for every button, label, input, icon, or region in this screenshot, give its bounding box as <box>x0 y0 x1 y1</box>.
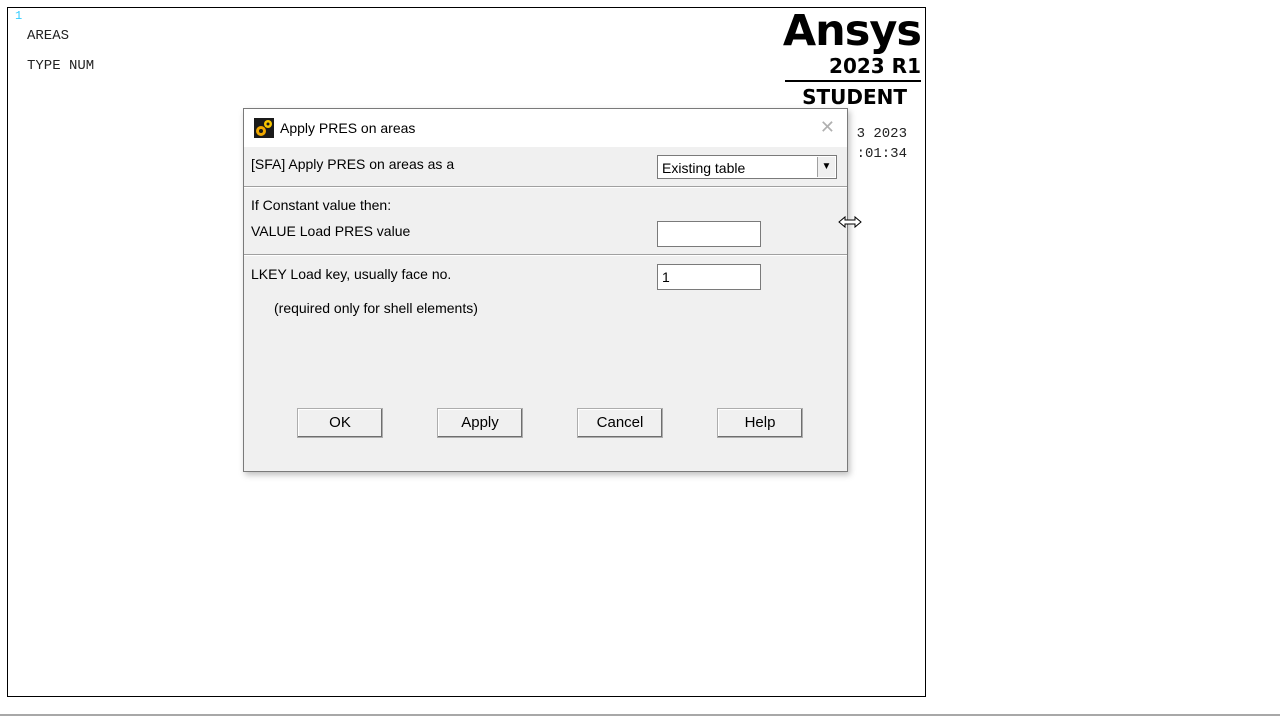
screen: 1 AREAS TYPE NUM Ansys 2023 R1 STUDENT 3… <box>0 0 1280 720</box>
constant-heading: If Constant value then: <box>251 197 392 213</box>
dialog-titlebar[interactable]: Apply PRES on areas ✕ <box>244 109 847 147</box>
cancel-button[interactable]: Cancel <box>577 408 663 438</box>
sfa-label: [SFA] Apply PRES on areas as a <box>251 156 455 172</box>
logo-edition: STUDENT <box>802 85 907 109</box>
chevron-down-icon[interactable]: ▼ <box>817 157 835 177</box>
value-label: VALUE Load PRES value <box>251 223 411 239</box>
logo-name: Ansys <box>782 6 922 56</box>
taskbar-edge <box>0 714 1280 716</box>
dialog-title: Apply PRES on areas <box>280 120 416 136</box>
logo-version: 2023 R1 <box>829 54 921 78</box>
ansys-gears-icon <box>254 118 274 138</box>
section-divider <box>244 254 847 256</box>
legend-type-label: TYPE NUM <box>27 58 95 74</box>
apply-pres-dialog: Apply PRES on areas ✕ [SFA] Apply PRES o… <box>243 108 848 472</box>
lkey-label: LKEY Load key, usually face no. <box>251 266 452 282</box>
sfa-type-select[interactable]: Existing table ▼ <box>657 155 837 179</box>
ansys-logo: Ansys 2023 R1 STUDENT <box>781 6 922 109</box>
value-input[interactable] <box>657 221 761 247</box>
lkey-input[interactable] <box>657 264 761 290</box>
section-divider <box>244 186 847 188</box>
close-icon[interactable]: ✕ <box>820 118 835 136</box>
sfa-selected-value: Existing table <box>662 160 746 176</box>
time-readout: :01:34 <box>856 146 907 162</box>
logo-divider <box>785 80 921 82</box>
help-button[interactable]: Help <box>717 408 803 438</box>
window-number: 1 <box>15 9 23 23</box>
legend-entity-label: AREAS <box>27 28 70 44</box>
apply-button[interactable]: Apply <box>437 408 523 438</box>
horizontal-resize-cursor-icon <box>838 215 862 229</box>
ok-button[interactable]: OK <box>297 408 383 438</box>
date-readout: 3 2023 <box>856 126 907 142</box>
lkey-note: (required only for shell elements) <box>274 300 478 316</box>
